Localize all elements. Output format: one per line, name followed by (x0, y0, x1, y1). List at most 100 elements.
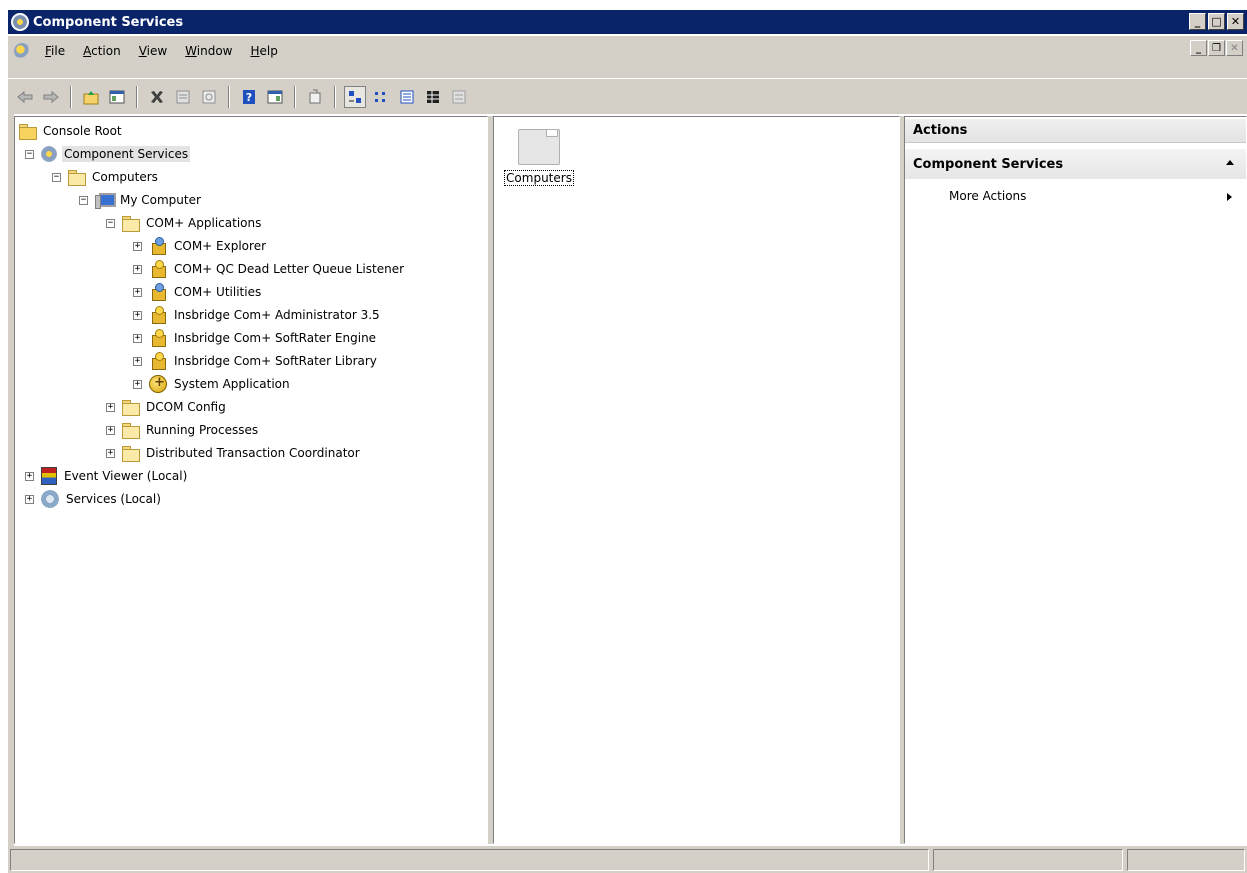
tree-node-com-explorer[interactable]: + COM+ Explorer (133, 235, 268, 257)
detail-view-button[interactable] (422, 86, 444, 108)
tree-node-my-computer[interactable]: − My Computer (79, 189, 203, 211)
menu-help[interactable]: Help (242, 44, 287, 58)
menu-action[interactable]: Action (74, 44, 130, 58)
tree-node-com-qc-dead-letter-queue-listener[interactable]: + COM+ QC Dead Letter Queue Listener (133, 258, 406, 280)
expand-toggle[interactable]: + (106, 402, 115, 412)
menu-view-accel: V (138, 44, 147, 58)
component-services-app-icon[interactable] (11, 13, 29, 31)
menu-file[interactable]: File (36, 44, 74, 58)
expand-toggle[interactable]: + (133, 264, 142, 274)
status-panel-3 (1127, 849, 1245, 871)
tree-node-label: My Computer (120, 193, 201, 207)
collapse-toggle[interactable]: − (79, 195, 88, 205)
menu-help-accel: H (250, 44, 260, 58)
event-viewer-icon (41, 467, 57, 485)
back-button[interactable] (14, 86, 36, 108)
console-tree-icon (109, 90, 125, 103)
tree-node-distributed-transaction-coordinator[interactable]: + Distributed Transaction Coordinator (106, 442, 362, 464)
list-item-computers[interactable]: Computers (504, 129, 576, 186)
refresh-button[interactable] (198, 86, 220, 108)
minimize-button[interactable]: _ (1189, 13, 1206, 30)
export-list-button[interactable] (448, 86, 470, 108)
tree-node-dcom-config[interactable]: + DCOM Config (106, 396, 228, 418)
mmc-document-icon[interactable] (14, 43, 30, 59)
maximize-button[interactable]: □ (1208, 13, 1225, 30)
large-folder-icon (516, 129, 560, 165)
window-title: Component Services (33, 14, 184, 30)
tree-node-running-processes[interactable]: + Running Processes (106, 419, 260, 441)
expand-toggle[interactable]: + (133, 333, 142, 343)
expand-toggle[interactable]: + (133, 310, 142, 320)
tree-node-event-viewer[interactable]: + Event Viewer (Local) (25, 465, 189, 487)
tree-node-console-root[interactable]: Console Root (19, 120, 124, 142)
detail-view-icon (427, 90, 439, 103)
delete-button[interactable] (146, 86, 168, 108)
small-icons-view-button[interactable] (370, 86, 392, 108)
expand-toggle[interactable]: + (133, 356, 142, 366)
toolbar-separator (294, 85, 296, 108)
new-window-icon (309, 89, 321, 103)
child-minimize-button[interactable]: _ (1190, 40, 1207, 56)
tree-node-insbridge-administrator[interactable]: + Insbridge Com+ Administrator 3.5 (133, 304, 382, 326)
menu-action-accel: A (83, 44, 92, 58)
expand-toggle[interactable]: + (133, 241, 142, 251)
expand-toggle[interactable]: + (106, 448, 115, 458)
up-one-level-button[interactable] (80, 86, 102, 108)
collapse-toggle[interactable]: − (52, 172, 61, 182)
expand-toggle[interactable]: + (25, 494, 34, 504)
collapse-toggle[interactable]: − (106, 218, 115, 228)
actions-group-component-services[interactable]: Component Services (905, 149, 1246, 179)
menu-view[interactable]: View (130, 44, 176, 58)
actions-pane: Actions Component Services More Actions (904, 116, 1247, 844)
help-button[interactable]: ? (238, 86, 260, 108)
window-outer-margin (0, 0, 8, 873)
tree-node-label: Distributed Transaction Coordinator (146, 446, 360, 460)
close-button[interactable]: ✕ (1227, 13, 1244, 30)
tree-node-insbridge-softrater-engine[interactable]: + Insbridge Com+ SoftRater Engine (133, 327, 378, 349)
component-services-icon (41, 146, 57, 162)
collapse-toggle[interactable]: − (25, 149, 34, 159)
result-list-pane[interactable]: Computers (493, 116, 900, 844)
tree-node-label: COM+ Explorer (174, 239, 267, 253)
folder-icon (19, 124, 37, 140)
tree-node-system-application[interactable]: + System Application (133, 373, 292, 395)
show-hide-action-pane-button[interactable] (264, 86, 286, 108)
list-view-button[interactable] (396, 86, 418, 108)
child-close-button[interactable]: ✕ (1226, 40, 1243, 56)
tree-node-label: Insbridge Com+ SoftRater Library (174, 354, 377, 368)
console-tree-pane[interactable]: Console Root − Component Services − Comp… (14, 116, 488, 844)
large-icons-view-button[interactable] (344, 85, 366, 108)
show-hide-console-tree-button[interactable] (106, 86, 128, 108)
tree-node-label: System Application (174, 377, 290, 391)
expand-toggle[interactable]: + (25, 471, 34, 481)
action-more-actions[interactable]: More Actions (949, 189, 1026, 203)
expand-toggle[interactable]: + (133, 379, 142, 389)
collapse-caret-icon[interactable] (1226, 160, 1234, 165)
tree-node-label: Running Processes (146, 423, 259, 437)
child-restore-button[interactable]: ❐ (1208, 40, 1225, 56)
large-icons-icon (349, 90, 361, 103)
tree-node-insbridge-softrater-library[interactable]: + Insbridge Com+ SoftRater Library (133, 350, 379, 372)
new-window-button[interactable] (304, 86, 326, 108)
tree-node-com-utilities[interactable]: + COM+ Utilities (133, 281, 263, 303)
tree-node-com-applications[interactable]: − COM+ Applications (106, 212, 263, 234)
tree-node-label: Computers (92, 170, 158, 184)
com-package-icon (149, 352, 167, 370)
tree-node-label: COM+ QC Dead Letter Queue Listener (174, 262, 405, 276)
system-application-icon (149, 375, 167, 393)
actions-group-label: Component Services (913, 156, 1064, 172)
tree-node-computers[interactable]: − Computers (52, 166, 160, 188)
list-item-label: Computers (504, 170, 574, 186)
folder-icon (122, 446, 140, 462)
expand-toggle[interactable]: + (133, 287, 142, 297)
submenu-arrow-icon[interactable] (1227, 193, 1232, 201)
status-bar (8, 846, 1247, 873)
menu-window[interactable]: Window (176, 44, 241, 58)
properties-button[interactable] (172, 86, 194, 108)
expand-toggle[interactable]: + (106, 425, 115, 435)
tree-node-component-services[interactable]: − Component Services (25, 143, 191, 165)
forward-button[interactable] (40, 86, 62, 108)
tree-node-services-local[interactable]: + Services (Local) (25, 488, 163, 510)
action-pane-icon (267, 90, 283, 103)
tree-node-label: COM+ Utilities (174, 285, 262, 299)
